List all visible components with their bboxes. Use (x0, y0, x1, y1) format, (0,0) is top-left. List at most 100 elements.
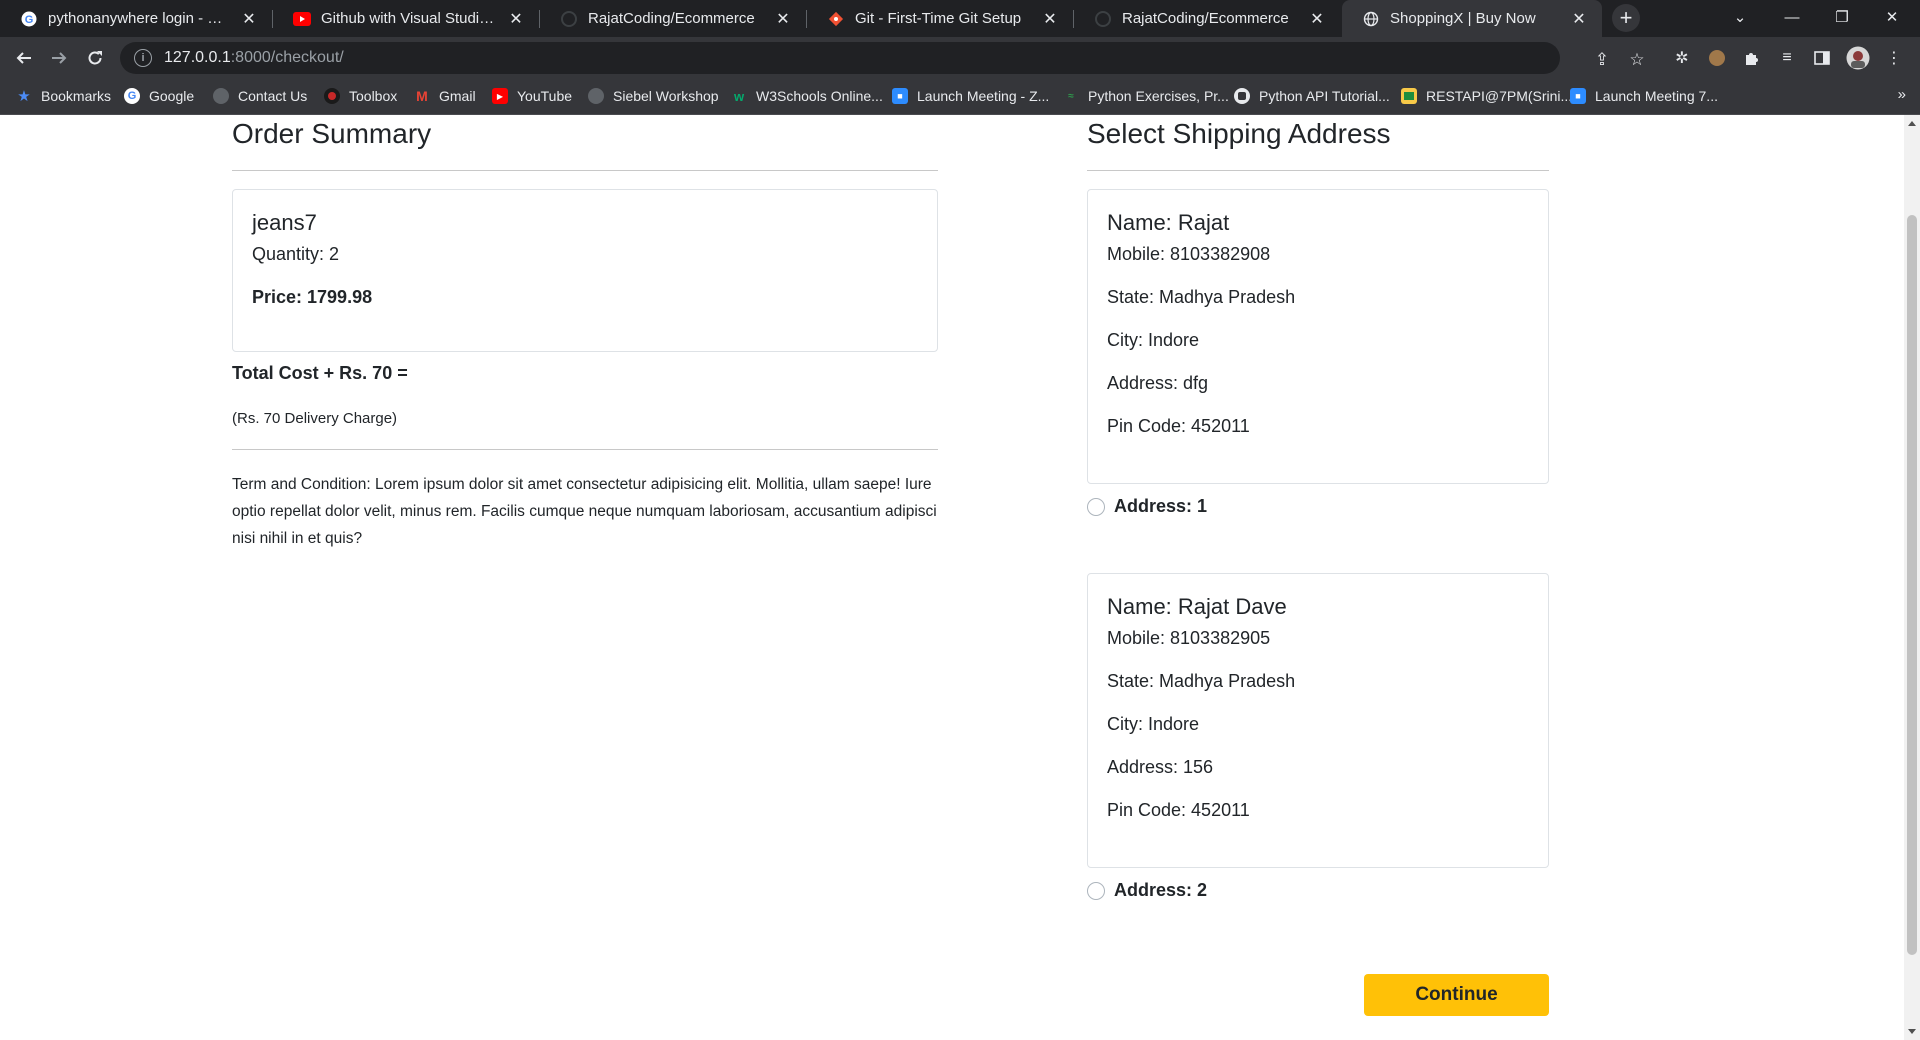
bookmark-star-icon[interactable]: ☆ (1627, 50, 1647, 70)
address-state: State: Madhya Pradesh (1107, 287, 1296, 307)
close-icon[interactable]: ✕ (1308, 10, 1326, 28)
total-cost: Total Cost + Rs. 70 = (232, 363, 408, 383)
scroll-up-icon[interactable] (1908, 121, 1916, 126)
tab-strip: G pythonanywhere login - Google S ✕ Gith… (0, 0, 1920, 37)
python-icon (1234, 88, 1250, 104)
tab-title: Github with Visual Studio Code C (321, 10, 499, 27)
address-1-radio[interactable] (1087, 497, 1105, 516)
forward-icon[interactable] (44, 43, 74, 73)
bookmark-label: Launch Meeting 7... (1595, 88, 1718, 104)
delivery-charge-note: (Rs. 70 Delivery Charge) (232, 410, 398, 427)
order-item-card: jeans7 Quantity: 2 Price: 1799.98 (232, 189, 938, 352)
window-close-icon[interactable]: ✕ (1868, 0, 1916, 34)
bookmark-item[interactable]: Siebel Workshop (588, 86, 719, 106)
globe-icon (213, 88, 229, 104)
scrollbar-thumb[interactable] (1907, 215, 1917, 955)
order-summary-heading: Order Summary (232, 118, 432, 149)
python-exercises-icon: ≈ (1068, 90, 1074, 102)
side-panel-icon[interactable] (1810, 46, 1834, 70)
address-name: Name: Rajat Dave (1107, 594, 1287, 619)
bookmark-label: Contact Us (238, 88, 308, 104)
page-viewport: Order Summary jeans7 Quantity: 2 Price: … (0, 115, 1904, 1040)
page-scrollbar[interactable] (1904, 115, 1920, 1040)
address-2-radio-option[interactable]: Address: 2 (1087, 880, 1207, 901)
bookmark-label: RESTAPI@7PM(Srini... (1426, 88, 1573, 104)
tab-git-setup[interactable]: Git - First-Time Git Setup ✕ (807, 0, 1073, 37)
bookmark-item[interactable]: Contact Us (213, 86, 307, 106)
bookmark-label: Bookmarks (41, 88, 112, 104)
item-name: jeans7 (252, 210, 317, 235)
bookmark-label: Google (149, 88, 195, 104)
share-icon[interactable]: ⇪ (1592, 50, 1612, 70)
bookmark-item[interactable]: RESTAPI@7PM(Srini... (1401, 86, 1572, 106)
scroll-down-icon[interactable] (1908, 1029, 1916, 1034)
browser-toolbar: i 127.0.0.1:8000/checkout/ ⇪ ☆ ✲ ≡ ⋮ (0, 37, 1920, 78)
shipping-address-heading: Select Shipping Address (1087, 118, 1391, 149)
restore-icon[interactable]: ❐ (1818, 0, 1866, 34)
extension-snowflake-icon[interactable]: ✲ (1670, 46, 1694, 70)
site-info-icon[interactable]: i (134, 49, 152, 67)
bookmark-item[interactable]: Toolbox (324, 86, 397, 106)
continue-button[interactable]: Continue (1364, 974, 1549, 1016)
url-text: 127.0.0.1:8000/checkout/ (164, 49, 344, 66)
divider (1087, 170, 1549, 171)
address-1-radio-option[interactable]: Address: 1 (1087, 496, 1207, 517)
address-line: Address: 156 (1107, 757, 1214, 777)
tab-search-icon[interactable]: ⌄ (1716, 0, 1764, 34)
close-icon[interactable]: ✕ (240, 10, 258, 28)
tab-title: RajatCoding/Ecommerce (1122, 10, 1289, 27)
reload-icon[interactable] (80, 43, 110, 73)
new-tab-button[interactable]: + (1612, 4, 1640, 32)
media-control-icon[interactable]: ≡ (1775, 46, 1799, 70)
tab-shoppingx-active[interactable]: ShoppingX | Buy Now ✕ (1342, 0, 1602, 37)
divider (232, 170, 938, 171)
address-2-radio[interactable] (1087, 881, 1105, 900)
bookmark-item[interactable]: ▶ YouTube (492, 86, 572, 106)
bookmark-item[interactable]: Python API Tutorial... (1234, 86, 1390, 106)
address-pincode: Pin Code: 452011 (1107, 416, 1250, 436)
address-bar[interactable]: i 127.0.0.1:8000/checkout/ (120, 42, 1560, 74)
minimize-icon[interactable]: — (1768, 0, 1816, 34)
tab-title: Git - First-Time Git Setup (855, 10, 1022, 27)
tab-github-vscode[interactable]: Github with Visual Studio Code C ✕ (273, 0, 539, 37)
back-icon[interactable] (9, 43, 39, 73)
tab-rajatcoding-1[interactable]: RajatCoding/Ecommerce ✕ (540, 0, 806, 37)
git-icon (827, 10, 845, 28)
close-icon[interactable]: ✕ (1570, 10, 1588, 28)
address-1-label: Address: 1 (1114, 496, 1208, 516)
more-bookmarks-icon[interactable]: » (1898, 86, 1906, 103)
tab-pythonanywhere[interactable]: G pythonanywhere login - Google S ✕ (0, 0, 272, 37)
extensions-puzzle-icon[interactable] (1740, 46, 1764, 70)
github-icon (560, 10, 578, 28)
bookmark-label: Python Exercises, Pr... (1088, 88, 1229, 104)
gmail-icon: M (416, 88, 428, 104)
tab-rajatcoding-2[interactable]: RajatCoding/Ecommerce ✕ (1074, 0, 1340, 37)
bookmark-item[interactable]: G Google (124, 86, 194, 106)
bookmark-label: Gmail (439, 88, 476, 104)
address-state: State: Madhya Pradesh (1107, 671, 1296, 691)
bookmark-item[interactable]: ≈ Python Exercises, Pr... (1063, 86, 1229, 106)
zoom-icon: ■ (892, 88, 908, 104)
bookmark-item[interactable]: ■ Launch Meeting 7... (1570, 86, 1718, 106)
address-line: Address: dfg (1107, 373, 1209, 393)
close-icon[interactable]: ✕ (774, 10, 792, 28)
address-name: Name: Rajat (1107, 210, 1230, 235)
bookmark-item[interactable]: M Gmail (414, 86, 476, 106)
terms-and-conditions: Term and Condition: Lorem ipsum dolor si… (232, 476, 937, 547)
profile-avatar-icon[interactable] (1846, 46, 1870, 70)
menu-kebab-icon[interactable]: ⋮ (1882, 46, 1906, 70)
close-icon[interactable]: ✕ (1041, 10, 1059, 28)
bookmark-item[interactable]: w W3Schools Online... (731, 86, 883, 106)
extension-circle-icon[interactable] (1705, 46, 1729, 70)
tab-title: pythonanywhere login - Google S (48, 10, 232, 27)
bookmark-label: Python API Tutorial... (1259, 88, 1390, 104)
classroom-icon (1401, 88, 1417, 104)
google-icon: G (124, 88, 140, 104)
address-card-2: Name: Rajat Dave Mobile: 8103382905 Stat… (1087, 573, 1549, 868)
youtube-icon (293, 10, 311, 28)
bookmark-item[interactable]: ■ Launch Meeting - Z... (892, 86, 1049, 106)
close-icon[interactable]: ✕ (507, 10, 525, 28)
bookmark-label: YouTube (517, 88, 573, 104)
bookmark-item[interactable]: ★ Bookmarks (16, 86, 111, 106)
address-card-1: Name: Rajat Mobile: 8103382908 State: Ma… (1087, 189, 1549, 484)
